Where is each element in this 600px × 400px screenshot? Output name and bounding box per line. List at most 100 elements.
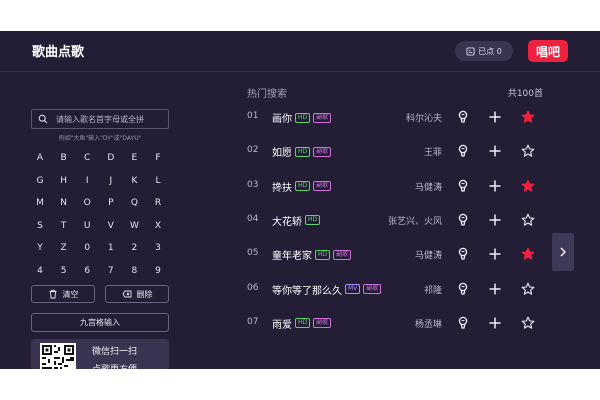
nine-grid-input-button[interactable]: 九宫格输入 (31, 313, 169, 332)
key-g[interactable]: G (30, 173, 50, 189)
key-u[interactable]: U (77, 218, 97, 234)
add-song-plus-icon[interactable] (488, 246, 502, 260)
key-m[interactable]: M (30, 195, 50, 211)
song-row[interactable]: 04 大花轿 HD 张艺兴、火风 (210, 204, 550, 238)
song-title: 等你等了那么久 MV 副歌 (272, 282, 382, 297)
key-k[interactable]: K (124, 173, 144, 189)
favorite-star-icon[interactable] (521, 178, 535, 192)
key-h[interactable]: H (54, 173, 74, 189)
chorus-tag: 副歌 (313, 318, 332, 329)
song-title: 雨爱 HD 副歌 (272, 316, 332, 331)
song-row[interactable]: 06 等你等了那么久 MV 副歌 祁隆 (210, 273, 550, 307)
key-a[interactable]: A (30, 150, 50, 166)
key-n[interactable]: N (54, 195, 74, 211)
key-s[interactable]: S (30, 218, 50, 234)
key-6[interactable]: 6 (77, 263, 97, 279)
favorite-star-icon[interactable] (521, 281, 535, 295)
song-request-screen: 歌曲点歌 已点 0 唱吧 例如"大鱼"输入"DY"或"DAYU" ABCDEF G… (0, 31, 600, 369)
playlist-icon (466, 46, 475, 56)
ordered-songs-button[interactable]: 已点 0 (455, 41, 513, 61)
song-number: 06 (247, 282, 259, 293)
key-o[interactable]: O (77, 195, 97, 211)
add-song-plus-icon[interactable] (488, 178, 502, 192)
sing-mic-icon[interactable] (456, 212, 470, 226)
song-title: 大花轿 HD (272, 213, 321, 228)
song-artist: 杨丞琳 (414, 319, 442, 330)
key-e[interactable]: E (124, 150, 144, 166)
add-song-plus-icon[interactable] (488, 281, 502, 295)
favorite-star-icon[interactable] (521, 109, 535, 123)
song-number: 04 (247, 213, 259, 224)
key-j[interactable]: J (101, 173, 121, 189)
key-w[interactable]: W (124, 218, 144, 234)
clear-button[interactable]: 清空 (31, 285, 95, 303)
key-v[interactable]: V (101, 218, 121, 234)
sing-mic-icon[interactable] (456, 178, 470, 192)
song-title-text: 雨爱 (272, 319, 292, 331)
add-song-plus-icon[interactable] (488, 143, 502, 157)
song-title-text: 画你 (272, 114, 292, 125)
delete-button[interactable]: 删除 (105, 285, 169, 303)
key-d[interactable]: D (101, 150, 121, 166)
key-8[interactable]: 8 (124, 263, 144, 279)
favorite-star-icon[interactable] (521, 246, 535, 260)
key-4[interactable]: 4 (30, 263, 50, 279)
search-hint: 例如"大鱼"输入"DY"或"DAYU" (58, 135, 142, 142)
key-p[interactable]: P (101, 195, 121, 211)
song-row[interactable]: 01 画你 HD 副歌 科尔沁夫 (210, 101, 550, 135)
sing-mic-icon[interactable] (456, 246, 470, 260)
next-page-button[interactable] (552, 233, 574, 271)
hd-tag: HD (305, 215, 321, 226)
key-3[interactable]: 3 (148, 240, 168, 256)
changba-logo: 唱吧 (528, 40, 568, 62)
qr-caption-line-2: 点歌更方便 (92, 361, 137, 369)
add-song-plus-icon[interactable] (488, 109, 502, 123)
key-c[interactable]: C (77, 150, 97, 166)
key-q[interactable]: Q (124, 195, 144, 211)
key-r[interactable]: R (148, 195, 168, 211)
key-l[interactable]: L (148, 173, 168, 189)
favorite-star-icon[interactable] (521, 143, 535, 158)
key-z[interactable]: Z (54, 240, 74, 256)
song-artist: 张艺兴、火风 (387, 216, 442, 227)
key-1[interactable]: 1 (101, 240, 121, 256)
key-x[interactable]: X (148, 218, 168, 234)
sing-mic-icon[interactable] (456, 109, 470, 123)
key-0[interactable]: 0 (77, 240, 97, 256)
song-title-text: 等你等了那么久 (272, 285, 342, 297)
key-7[interactable]: 7 (101, 263, 121, 279)
song-artist: 科尔沁夫 (405, 114, 442, 124)
song-number: 01 (247, 111, 259, 121)
key-9[interactable]: 9 (148, 263, 168, 279)
song-row[interactable]: 02 如愿 HD 副歌 王菲 (210, 135, 550, 169)
search-input[interactable] (56, 114, 166, 124)
key-y[interactable]: Y (30, 240, 50, 256)
chorus-tag: 副歌 (333, 249, 352, 260)
song-artist: 马健涛 (414, 251, 442, 262)
total-count: 共100首 (507, 89, 543, 99)
song-title: 画你 HD 副歌 (272, 110, 332, 125)
key-b[interactable]: B (54, 150, 74, 166)
song-row[interactable]: 03 搀扶 HD 副歌 马健涛 (210, 170, 550, 204)
key-i[interactable]: I (77, 173, 97, 189)
song-row[interactable]: 05 童年老家 HD 副歌 马健涛 (210, 238, 550, 272)
favorite-star-icon[interactable] (521, 212, 535, 226)
chevron-right-icon (560, 247, 566, 257)
search-icon (38, 114, 48, 124)
song-title: 如愿 HD 副歌 (272, 144, 332, 159)
key-t[interactable]: T (54, 218, 74, 234)
sing-mic-icon[interactable] (456, 315, 470, 329)
sing-mic-icon[interactable] (456, 281, 470, 295)
search-box[interactable] (31, 109, 169, 129)
favorite-star-icon[interactable] (521, 315, 535, 329)
clear-label: 清空 (62, 289, 79, 299)
key-2[interactable]: 2 (124, 240, 144, 256)
chorus-tag: 副歌 (363, 284, 382, 294)
add-song-plus-icon[interactable] (488, 315, 502, 329)
song-number: 05 (247, 248, 259, 259)
add-song-plus-icon[interactable] (488, 212, 502, 226)
song-row[interactable]: 07 雨爱 HD 副歌 杨丞琳 (210, 307, 550, 341)
sing-mic-icon[interactable] (456, 143, 470, 157)
key-f[interactable]: F (148, 150, 168, 166)
key-5[interactable]: 5 (54, 263, 74, 279)
